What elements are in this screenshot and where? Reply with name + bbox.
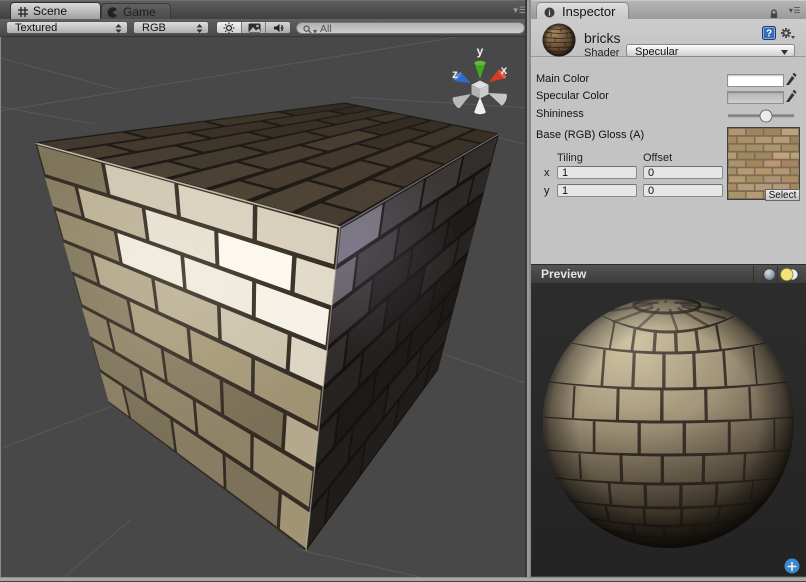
svg-text:?: ?: [766, 29, 772, 40]
svg-text:z: z: [452, 67, 458, 81]
svg-text:y: y: [477, 44, 484, 58]
svg-text:x: x: [501, 63, 508, 77]
